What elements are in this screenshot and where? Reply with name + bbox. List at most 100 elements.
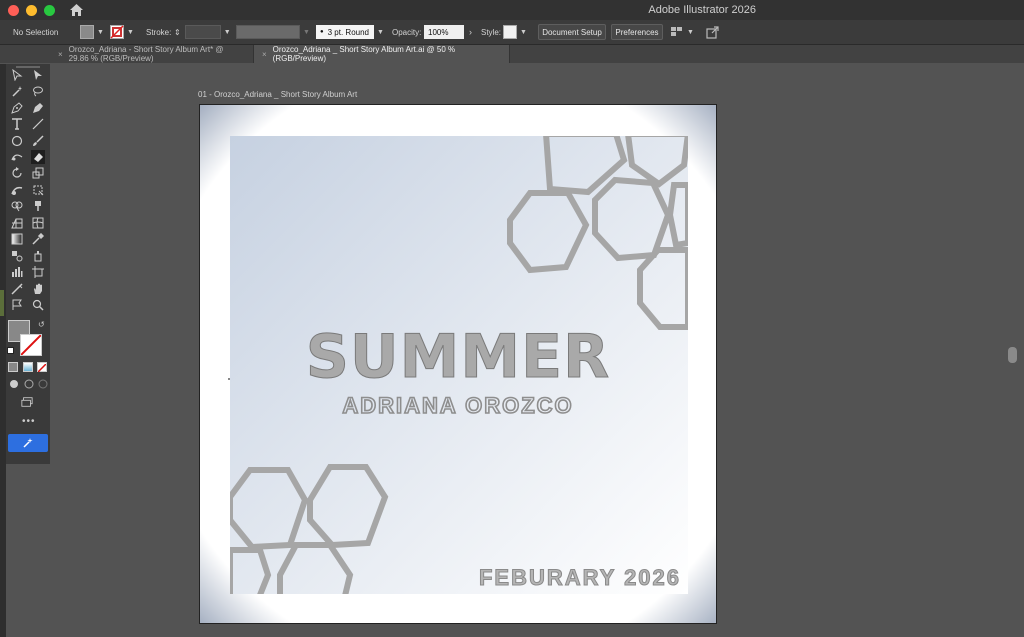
maximize-window-button[interactable]	[44, 4, 55, 16]
blend-icon[interactable]	[10, 249, 24, 263]
chevron-down-icon[interactable]: ▼	[377, 29, 384, 36]
draw-behind-icon[interactable]	[22, 377, 36, 391]
shaper-icon[interactable]	[10, 150, 24, 164]
ellipse-icon[interactable]	[10, 134, 24, 148]
warp-icon[interactable]	[10, 183, 24, 197]
app-title: Adobe Illustrator 2026	[648, 4, 756, 16]
variable-width-control[interactable]: ▼	[236, 25, 310, 39]
graph-icon[interactable]	[10, 265, 24, 279]
draw-inside-icon[interactable]	[36, 377, 50, 391]
draw-normal-icon[interactable]	[8, 377, 22, 391]
stroke-swatch[interactable]	[110, 25, 124, 39]
close-icon[interactable]: ×	[262, 50, 267, 59]
tab-album-art-29[interactable]: × Orozco_Adriana - Short Story Album Art…	[0, 45, 254, 63]
release-date[interactable]: FEBURARY 2026	[478, 565, 681, 591]
chevron-down-icon[interactable]: ▼	[97, 29, 104, 36]
symbol-sprayer-icon[interactable]	[31, 249, 45, 263]
magic-wand-icon[interactable]	[10, 84, 24, 98]
stroke-label: Stroke:	[146, 27, 172, 37]
scale-icon[interactable]	[31, 166, 45, 180]
stroke-weight-control[interactable]: ⇕ ▼	[174, 25, 231, 39]
window-controls	[8, 4, 55, 16]
default-colors-icon[interactable]	[7, 347, 14, 354]
gradient-mode-icon[interactable]	[23, 362, 33, 372]
live-paint-icon[interactable]	[31, 199, 45, 213]
arrange-documents-icon[interactable]	[670, 26, 684, 38]
style-label: Style:	[481, 27, 502, 37]
selection-tool-icon[interactable]	[10, 68, 24, 82]
chevron-down-icon[interactable]: ▼	[520, 29, 527, 36]
home-icon[interactable]	[69, 3, 83, 17]
document-setup-button[interactable]: Document Setup	[538, 24, 606, 40]
brush-definition-field[interactable]: ● 3 pt. Round	[316, 25, 374, 39]
hand-icon[interactable]	[31, 282, 45, 296]
chevron-right-icon[interactable]: ›	[469, 27, 472, 37]
direct-selection-tool-icon[interactable]	[31, 68, 45, 82]
rotate-icon[interactable]	[10, 166, 24, 180]
stroke-swatch-control[interactable]: ▼	[110, 25, 134, 39]
close-icon[interactable]: ×	[58, 50, 63, 59]
mesh-icon[interactable]	[31, 216, 45, 230]
curvature-icon[interactable]	[31, 101, 45, 115]
perspective-icon[interactable]	[10, 216, 24, 230]
artboard-icon[interactable]	[31, 265, 45, 279]
paintbrush-icon[interactable]	[31, 134, 45, 148]
brush-definition-value: 3 pt. Round	[327, 27, 369, 37]
eyedropper-icon[interactable]	[31, 232, 45, 246]
opacity-input[interactable]: 100%	[424, 25, 464, 39]
preferences-button[interactable]: Preferences	[611, 24, 663, 40]
eraser-icon[interactable]	[31, 150, 45, 164]
chevron-down-icon[interactable]: ▼	[224, 29, 231, 36]
swap-fill-stroke-icon[interactable]: ↺	[38, 320, 45, 329]
slice-icon[interactable]	[10, 282, 24, 296]
variable-width-profile[interactable]	[236, 25, 300, 39]
anchor-point	[228, 378, 230, 380]
chevron-down-icon[interactable]: ▼	[687, 29, 694, 36]
tab-label: Orozco_Adriana - Short Story Album Art* …	[68, 45, 224, 63]
brush-definition-control[interactable]: ● 3 pt. Round ▼	[316, 25, 384, 39]
chevron-down-icon[interactable]: ▼	[127, 29, 134, 36]
edge-thumbnail	[0, 290, 4, 316]
artboard[interactable]: SUMMER ADRIANA OROZCO FEBURARY 2026	[199, 104, 717, 624]
style-control[interactable]: ▼	[503, 25, 527, 39]
vertical-scrollbar-thumb[interactable]	[1008, 347, 1017, 363]
document-tabs: × Orozco_Adriana - Short Story Album Art…	[0, 45, 1024, 63]
zoom-icon[interactable]	[31, 298, 45, 312]
free-transform-icon[interactable]	[31, 183, 45, 197]
minimize-window-button[interactable]	[26, 4, 37, 16]
chevron-down-icon[interactable]: ▼	[303, 29, 310, 36]
more-icon[interactable]: •••	[22, 416, 36, 427]
none-mode-icon[interactable]	[37, 362, 47, 373]
pen-icon[interactable]	[10, 101, 24, 115]
tab-album-art-50[interactable]: × Orozco_Adriana _ Short Story Album Art…	[254, 45, 510, 63]
selection-status: No Selection	[13, 27, 59, 37]
artist-name[interactable]: ADRIANA OROZCO	[342, 392, 573, 419]
magic-icon[interactable]	[8, 434, 48, 452]
stroke-weight-input[interactable]	[184, 25, 221, 39]
style-swatch[interactable]	[503, 25, 517, 39]
shape-builder-icon[interactable]	[10, 199, 24, 213]
type-icon[interactable]	[10, 117, 24, 131]
stepper-icon[interactable]: ⇕	[174, 28, 181, 37]
gradient-icon[interactable]	[10, 232, 24, 246]
lasso-icon[interactable]	[31, 84, 45, 98]
perspective-selection-icon[interactable]	[10, 298, 24, 312]
opacity-control[interactable]: 100% ›	[424, 25, 472, 39]
stroke-icon[interactable]	[20, 334, 42, 356]
control-bar: No Selection ▼ ▼ Stroke: ⇕ ▼ ▼ ● 3 pt. R…	[0, 20, 1024, 45]
opacity-label: Opacity:	[392, 27, 422, 37]
artboard-name-label[interactable]: 01 - Orozco_Adriana _ Short Story Album …	[198, 90, 357, 99]
fill-swatch-control[interactable]: ▼	[80, 25, 104, 39]
share-icon[interactable]	[706, 25, 719, 39]
screen-mode-icon[interactable]	[20, 395, 34, 409]
close-window-button[interactable]	[8, 4, 19, 16]
bullet-icon: ●	[320, 29, 324, 35]
arrange-documents-control[interactable]: ▼	[670, 26, 694, 38]
color-mode-icon[interactable]	[8, 362, 18, 372]
fill-swatch[interactable]	[80, 25, 94, 39]
album-title[interactable]: SUMMER	[305, 322, 611, 393]
title-bar: Adobe Illustrator 2026	[0, 0, 1024, 20]
tools-panel: ↺ •••	[6, 64, 50, 464]
album-art: SUMMER ADRIANA OROZCO FEBURARY 2026	[200, 105, 716, 623]
line-icon[interactable]	[31, 117, 45, 131]
